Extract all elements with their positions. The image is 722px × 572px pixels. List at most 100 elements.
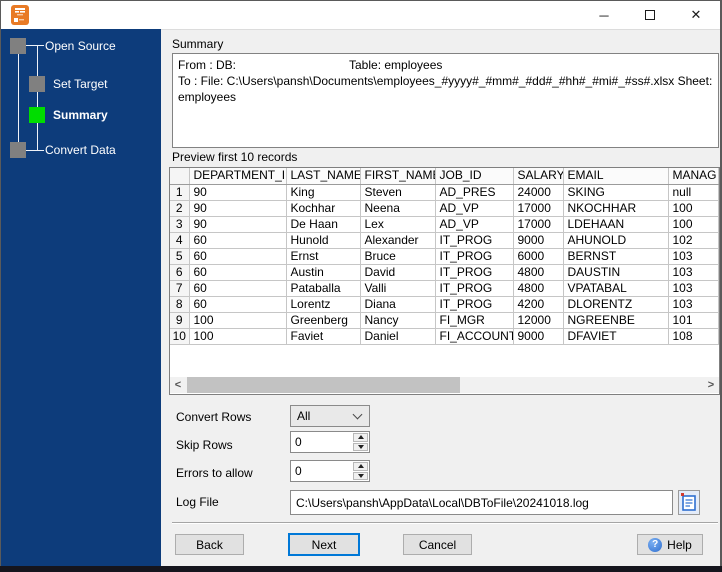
- grid-cell[interactable]: De Haan: [286, 216, 361, 233]
- grid-cell[interactable]: 103: [668, 296, 719, 313]
- grid-cell[interactable]: 102: [668, 232, 719, 249]
- grid-cell[interactable]: 24000: [513, 184, 564, 201]
- log-file-input[interactable]: [290, 490, 673, 515]
- grid-cell[interactable]: DAUSTIN: [563, 264, 669, 281]
- back-button[interactable]: Back: [175, 534, 244, 555]
- grid-cell[interactable]: Lex: [360, 216, 436, 233]
- minimize-button[interactable]: ─: [581, 1, 627, 29]
- grid-cell[interactable]: Valli: [360, 280, 436, 297]
- sidebar-item-convert-data[interactable]: Convert Data: [45, 142, 116, 158]
- grid-header-cell[interactable]: SALARY: [513, 168, 564, 185]
- grid-cell[interactable]: 103: [668, 280, 719, 297]
- grid-cell[interactable]: 17000: [513, 216, 564, 233]
- grid-cell[interactable]: Steven: [360, 184, 436, 201]
- errors-to-allow-input[interactable]: [291, 461, 352, 481]
- grid-cell[interactable]: BERNST: [563, 248, 669, 265]
- grid-cell[interactable]: 100: [668, 216, 719, 233]
- grid-header-cell[interactable]: FIRST_NAME: [360, 168, 436, 185]
- grid-cell[interactable]: NKOCHHAR: [563, 200, 669, 217]
- grid-cell[interactable]: 108: [668, 328, 719, 345]
- grid-cell[interactable]: 100: [189, 312, 287, 329]
- scroll-right-icon[interactable]: >: [703, 377, 719, 393]
- grid-cell[interactable]: Kochhar: [286, 200, 361, 217]
- grid-cell[interactable]: 60: [189, 248, 287, 265]
- grid-cell[interactable]: 6000: [513, 248, 564, 265]
- scrollbar-track[interactable]: [186, 377, 703, 393]
- errors-up-button[interactable]: [353, 462, 368, 471]
- sidebar-item-summary[interactable]: Summary: [53, 107, 108, 123]
- grid-cell[interactable]: 103: [668, 248, 719, 265]
- grid-cell[interactable]: 6: [170, 264, 190, 281]
- grid-cell[interactable]: Nancy: [360, 312, 436, 329]
- convert-rows-select[interactable]: All: [290, 405, 370, 427]
- grid-cell[interactable]: 9: [170, 312, 190, 329]
- grid-cell[interactable]: Pataballa: [286, 280, 361, 297]
- grid-cell[interactable]: 17000: [513, 200, 564, 217]
- grid-cell[interactable]: 101: [668, 312, 719, 329]
- grid-cell[interactable]: 3: [170, 216, 190, 233]
- grid-cell[interactable]: Daniel: [360, 328, 436, 345]
- errors-down-button[interactable]: [353, 471, 368, 480]
- grid-cell[interactable]: 103: [668, 264, 719, 281]
- grid-cell[interactable]: 5: [170, 248, 190, 265]
- window-border-bottom[interactable]: [0, 566, 722, 572]
- grid-cell[interactable]: IT_PROG: [435, 296, 514, 313]
- grid-cell[interactable]: FI_ACCOUNT: [435, 328, 514, 345]
- grid-cell[interactable]: IT_PROG: [435, 264, 514, 281]
- grid-cell[interactable]: 90: [189, 216, 287, 233]
- grid-cell[interactable]: AHUNOLD: [563, 232, 669, 249]
- grid-cell[interactable]: AD_PRES: [435, 184, 514, 201]
- grid-cell[interactable]: 60: [189, 232, 287, 249]
- sidebar-item-set-target[interactable]: Set Target: [53, 76, 107, 92]
- grid-cell[interactable]: Greenberg: [286, 312, 361, 329]
- grid-cell[interactable]: King: [286, 184, 361, 201]
- grid-cell[interactable]: IT_PROG: [435, 280, 514, 297]
- grid-cell[interactable]: IT_PROG: [435, 248, 514, 265]
- maximize-button[interactable]: [627, 1, 673, 29]
- scroll-left-icon[interactable]: <: [170, 377, 186, 393]
- grid-cell[interactable]: 9000: [513, 232, 564, 249]
- grid-cell[interactable]: NGREENBE: [563, 312, 669, 329]
- grid-cell[interactable]: 60: [189, 280, 287, 297]
- grid-cell[interactable]: DFAVIET: [563, 328, 669, 345]
- grid-cell[interactable]: Faviet: [286, 328, 361, 345]
- grid-cell[interactable]: 4200: [513, 296, 564, 313]
- grid-cell[interactable]: Lorentz: [286, 296, 361, 313]
- grid-header-cell[interactable]: MANAG: [668, 168, 719, 185]
- next-button[interactable]: Next: [288, 533, 360, 556]
- grid-cell[interactable]: 90: [189, 184, 287, 201]
- grid-cell[interactable]: 4800: [513, 280, 564, 297]
- grid-cell[interactable]: 60: [189, 264, 287, 281]
- grid-cell[interactable]: Hunold: [286, 232, 361, 249]
- grid-cell[interactable]: 10: [170, 328, 190, 345]
- scrollbar-thumb[interactable]: [187, 377, 460, 393]
- close-button[interactable]: ✕: [673, 1, 719, 29]
- grid-cell[interactable]: Diana: [360, 296, 436, 313]
- grid-cell[interactable]: 9000: [513, 328, 564, 345]
- grid-header-cell[interactable]: DEPARTMENT_ID: [189, 168, 287, 185]
- grid-header-cell[interactable]: [170, 168, 190, 185]
- grid-cell[interactable]: 4: [170, 232, 190, 249]
- help-button[interactable]: ? Help: [637, 534, 703, 555]
- horizontal-scrollbar[interactable]: < >: [170, 377, 719, 393]
- grid-cell[interactable]: IT_PROG: [435, 232, 514, 249]
- grid-cell[interactable]: LDEHAAN: [563, 216, 669, 233]
- grid-cell[interactable]: AD_VP: [435, 200, 514, 217]
- grid-cell[interactable]: 60: [189, 296, 287, 313]
- view-log-button[interactable]: [678, 490, 700, 515]
- sidebar-item-open-source[interactable]: Open Source: [45, 38, 116, 54]
- grid-cell[interactable]: VPATABAL: [563, 280, 669, 297]
- grid-cell[interactable]: 90: [189, 200, 287, 217]
- grid-cell[interactable]: 12000: [513, 312, 564, 329]
- grid-cell[interactable]: DLORENTZ: [563, 296, 669, 313]
- skip-rows-input[interactable]: [291, 432, 352, 452]
- grid-cell[interactable]: Ernst: [286, 248, 361, 265]
- grid-cell[interactable]: David: [360, 264, 436, 281]
- grid-header-cell[interactable]: EMAIL: [563, 168, 669, 185]
- grid-cell[interactable]: 100: [668, 200, 719, 217]
- grid-cell[interactable]: 8: [170, 296, 190, 313]
- grid-cell[interactable]: Neena: [360, 200, 436, 217]
- grid-cell[interactable]: 2: [170, 200, 190, 217]
- grid-cell[interactable]: Austin: [286, 264, 361, 281]
- grid-cell[interactable]: Bruce: [360, 248, 436, 265]
